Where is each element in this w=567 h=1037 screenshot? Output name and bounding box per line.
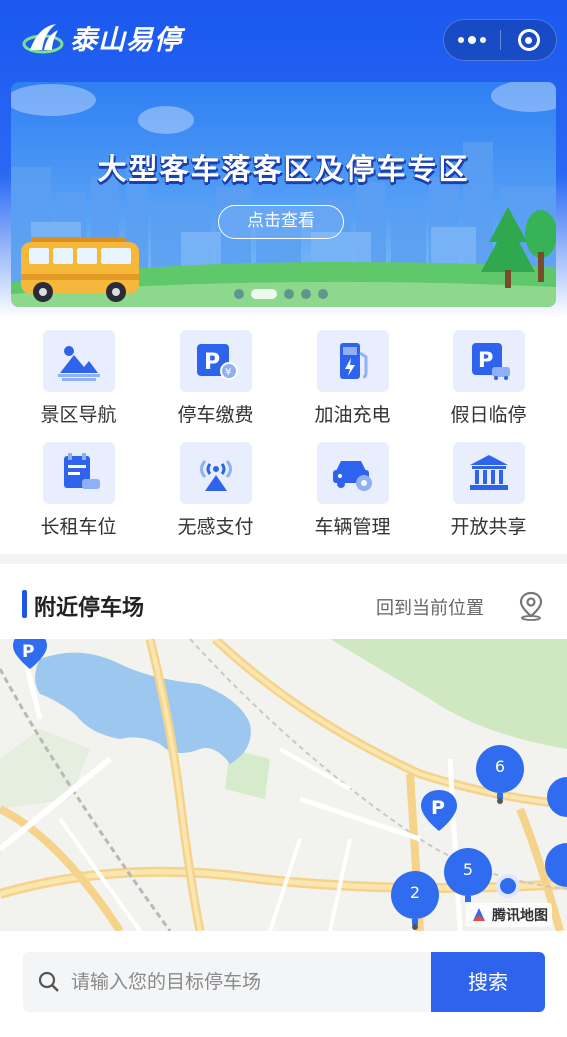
parking-map[interactable]: P P 6 5 2 腾讯地图: [0, 639, 567, 931]
holiday-parking-icon: P: [452, 330, 525, 392]
menu-item-fuel-charge[interactable]: 加油充电: [282, 318, 423, 428]
search-button[interactable]: 搜索: [431, 952, 545, 1012]
cluster-count: 5: [462, 860, 474, 879]
scenic-mountain-icon: [42, 330, 115, 392]
city-bus-illustration: [11, 82, 556, 307]
banner-title: 大型客车落客区及停车专区: [97, 152, 470, 186]
carousel-dot: [284, 289, 294, 299]
feature-menu: 景区导航 P ¥ 停车缴费 加油充电 P 假日临停 长租车位 无感支付 车辆管理…: [0, 318, 567, 554]
map-provider-logo: 腾讯地图: [466, 903, 552, 927]
menu-item-label: 加油充电: [314, 404, 391, 426]
taishan-logo-icon: [22, 23, 64, 53]
car-manage-icon: [316, 442, 389, 504]
page: 泰山易停 大型客车落客区及停车专区 点击查看 景区导航 P ¥ 停车缴费 加油充…: [0, 0, 567, 1037]
relocate-link[interactable]: 回到当前位置: [376, 594, 484, 620]
menu-item-scenic-nav[interactable]: 景区导航: [8, 318, 149, 428]
carousel-dot: [234, 289, 244, 299]
menu-item-label: 长租车位: [40, 516, 117, 538]
menu-item-contactless-pay[interactable]: 无感支付: [145, 430, 286, 540]
menu-item-label: 停车缴费: [177, 404, 254, 426]
menu-item-label: 开放共享: [450, 516, 527, 538]
menu-item-parking-pay[interactable]: P ¥ 停车缴费: [145, 318, 286, 428]
contactless-pay-icon: [179, 442, 252, 504]
parking-pay-icon: P ¥: [179, 330, 252, 392]
menu-item-label: 车辆管理: [314, 516, 391, 538]
svg-text:P: P: [22, 642, 34, 662]
banner-view-button[interactable]: 点击查看: [218, 205, 344, 239]
carousel-indicator: [234, 289, 328, 299]
cluster-count: 2: [409, 883, 421, 902]
menu-item-car-manage[interactable]: 车辆管理: [282, 430, 423, 540]
nearby-section-header: 附近停车场 回到当前位置: [0, 584, 567, 628]
carousel-dot-active: [251, 289, 277, 299]
section-divider: [0, 554, 567, 564]
app-title: 泰山易停: [70, 25, 182, 56]
more-dots-icon[interactable]: [444, 20, 500, 60]
menu-item-label: 无感支付: [177, 516, 254, 538]
search-bar: [23, 952, 431, 1012]
svg-text:P: P: [431, 797, 445, 819]
fuel-charge-icon: [316, 330, 389, 392]
section-title: 附近停车场: [34, 596, 145, 621]
search-input[interactable]: [71, 971, 411, 993]
svg-text:P: P: [204, 350, 220, 375]
open-share-icon: [452, 442, 525, 504]
app-logo: 泰山易停: [22, 18, 182, 57]
long-rent-icon: [42, 442, 115, 504]
location-pin-icon[interactable]: [517, 591, 545, 621]
tencent-map-icon: [473, 908, 485, 921]
mini-program-capsule: [443, 19, 557, 61]
banner-carousel[interactable]: [11, 82, 556, 307]
svg-text:¥: ¥: [225, 367, 231, 378]
cluster-count: 6: [494, 757, 506, 776]
map-canvas: P P: [0, 639, 567, 931]
title-accent-bar: [22, 590, 27, 618]
menu-item-label: 假日临停: [450, 404, 527, 426]
map-provider-label: 腾讯地图: [492, 908, 548, 924]
search-icon: [38, 971, 59, 992]
svg-text:P: P: [478, 348, 493, 372]
menu-item-holiday-parking[interactable]: P 假日临停: [418, 318, 559, 428]
circle-close-icon[interactable]: [501, 20, 556, 60]
menu-item-open-share[interactable]: 开放共享: [418, 430, 559, 540]
carousel-dot: [301, 289, 311, 299]
menu-item-long-rent[interactable]: 长租车位: [8, 430, 149, 540]
carousel-dot: [318, 289, 328, 299]
menu-item-label: 景区导航: [40, 404, 117, 426]
